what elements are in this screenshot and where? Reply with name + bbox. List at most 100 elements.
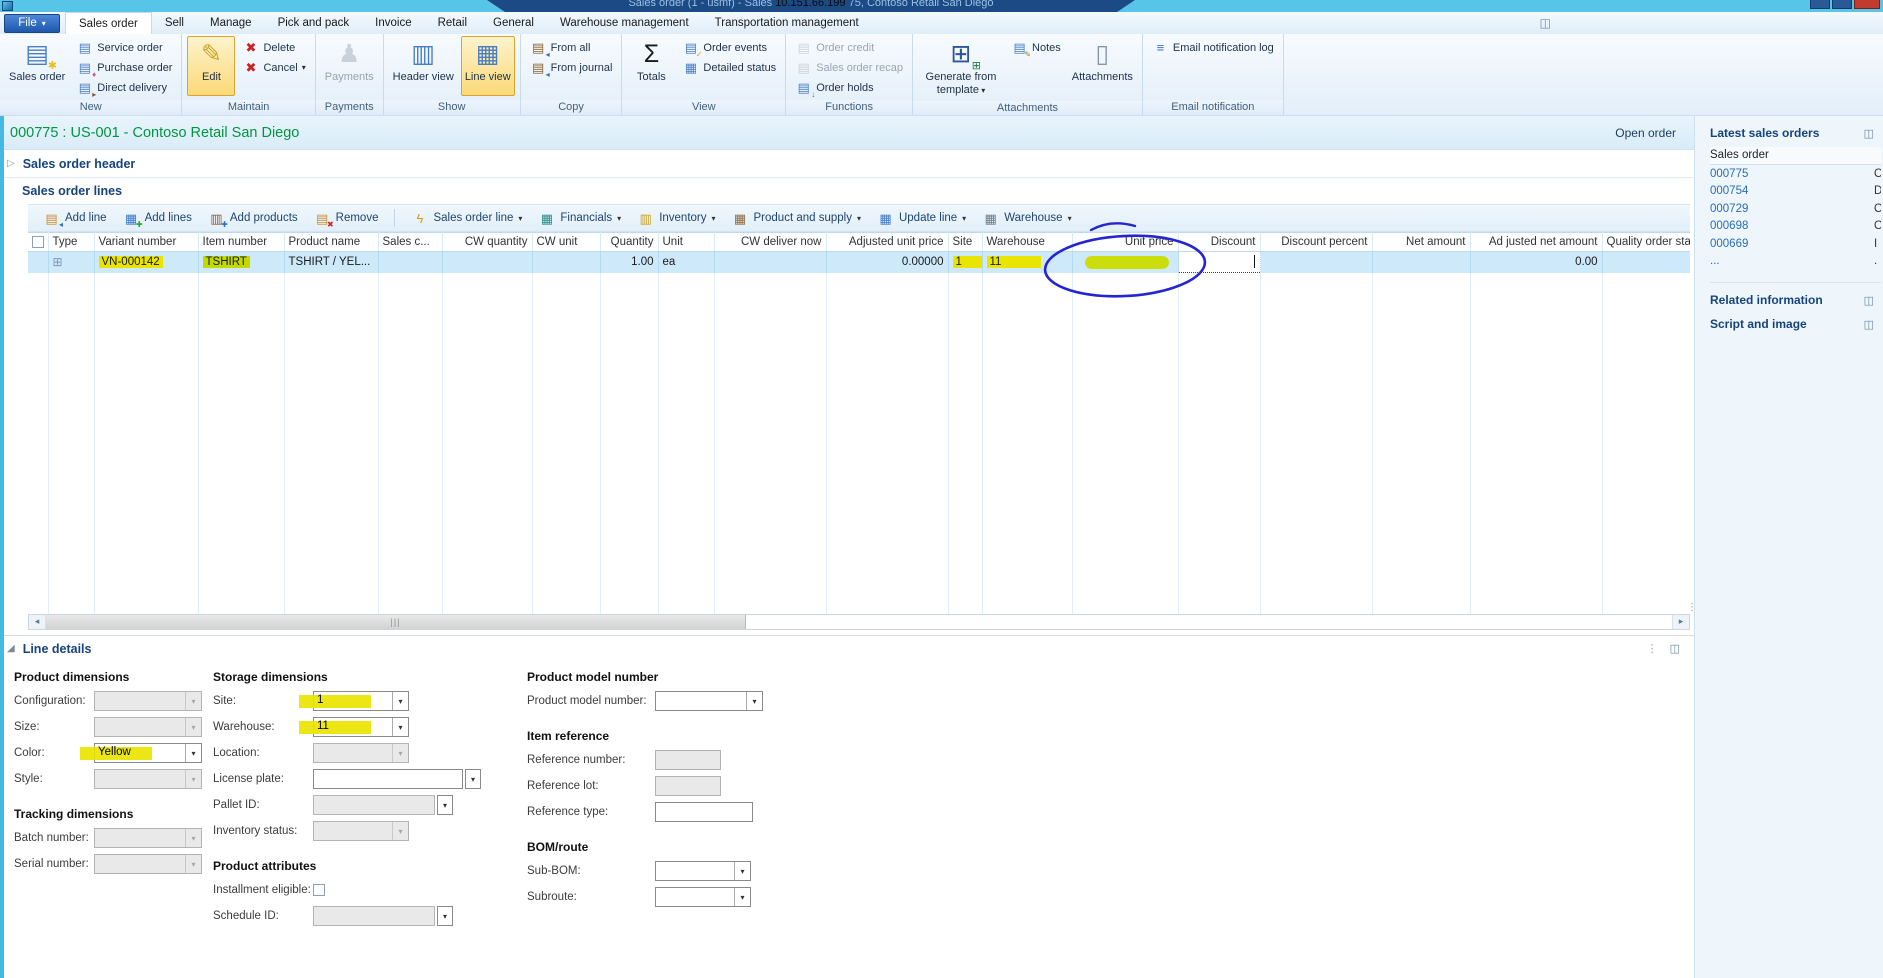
cell-unit[interactable]: ea [658,252,714,273]
tab-sell[interactable]: Sell [152,12,197,34]
ribbon-button-sales-order-recap[interactable]: ▤Sales order recap [791,58,907,77]
dropdown-arrow-icon[interactable]: ▾ [746,692,762,710]
cell-sales-category[interactable] [378,252,442,273]
combo-size[interactable]: ▾ [94,717,202,737]
cell-cw-deliver-now[interactable] [714,252,826,273]
toolbar-button-inventory[interactable]: ▥Inventory▾ [630,208,722,228]
ribbon-button-payments[interactable]: ♟Payments [321,36,378,96]
toolbar-button-sales-order-line[interactable]: ϟSales order line▾ [404,208,529,228]
scroll-left-icon[interactable]: ◂ [29,615,46,629]
ribbon-button-generate-from-template[interactable]: ⊞⊞Generate from template ▾ [918,36,1004,99]
column-header-quantity[interactable]: Quantity [600,233,658,252]
lookup-arrow-button[interactable]: ▾ [437,906,453,926]
fasttab-sales-order-header[interactable]: ▷ Sales order header [0,150,1694,178]
column-header-select[interactable] [28,233,48,252]
input-reference-type[interactable] [655,802,753,822]
dropdown-arrow-icon[interactable]: ▾ [185,718,201,736]
ribbon-button-header-view[interactable]: ▥Header view [389,36,458,96]
column-header-adjusted-net-amount[interactable]: Ad justed net amount [1470,233,1602,252]
ribbon-button-line-view[interactable]: ▦Line view [461,36,515,96]
tab-retail[interactable]: Retail [425,12,480,34]
toolbar-button-add-line[interactable]: ▤◂Add line [36,208,114,228]
ribbon-button-purchase-order[interactable]: ▤♦Purchase order [72,58,176,77]
column-header-unit[interactable]: Unit [658,233,714,252]
column-header-variant-number[interactable]: Variant number [94,233,198,252]
ribbon-button-from-all[interactable]: ▤◂From all [526,38,617,57]
close-button[interactable] [1854,0,1880,9]
dropdown-arrow-icon[interactable]: ▾ [392,692,408,710]
ribbon-button-order-credit[interactable]: ▤Order credit [791,38,907,57]
cell-type[interactable]: ⊞ [48,252,94,273]
scroll-right-icon[interactable]: ▸ [1672,615,1689,629]
column-header-item-number[interactable]: Item number [198,233,284,252]
combo-serial-number[interactable]: ▾ [94,854,202,874]
column-header-product-name[interactable]: Product name [284,233,378,252]
input-license-plate[interactable] [313,769,463,789]
ribbon-button-cancel[interactable]: ✖Cancel▾ [238,58,309,77]
combo-product-model-number[interactable]: ▾ [655,691,763,711]
combo-style[interactable]: ▾ [94,769,202,789]
toolbar-button-update-line[interactable]: ▦Update line▾ [870,208,973,228]
column-header-site[interactable]: Site [948,233,982,252]
cell-adjusted-unit-price[interactable]: 0.00000 [826,252,948,273]
ribbon-button-edit[interactable]: ✎Edit [187,36,235,96]
toolbar-button-financials[interactable]: ▦Financials▾ [531,208,628,228]
factbox-section-script-and-image[interactable]: Script and image◫ [1710,317,1881,331]
cell-item-number[interactable]: TSHIRT [198,252,284,273]
dropdown-arrow-icon[interactable]: ▾ [185,770,201,788]
cell-net-amount[interactable] [1372,252,1470,273]
cell-warehouse[interactable]: 11 [982,252,1072,273]
combo-configuration[interactable]: ▾ [94,691,202,711]
combo-location[interactable]: ▾ [313,743,409,763]
horizontal-scrollbar[interactable]: ◂ ||| ▸ [28,614,1690,630]
input-pallet-id[interactable] [313,795,435,815]
combo-batch-number[interactable]: ▾ [94,828,202,848]
sales-order-link-000698[interactable]: 000698 [1710,220,1748,232]
input-schedule-id[interactable] [313,906,435,926]
panel-small-icon[interactable]: ◫ [1864,294,1874,307]
sales-order-link-000775[interactable]: 000775 [1710,168,1748,180]
toolbar-button-remove[interactable]: ▤✖Remove [307,208,386,228]
column-header-unit-price[interactable]: Unit price [1072,233,1178,252]
toolbar-button-add-lines[interactable]: ▦✚Add lines [116,208,199,228]
tab-pick-and-pack[interactable]: Pick and pack [265,12,363,34]
file-menu-button[interactable]: File ▾ [4,14,60,33]
tab-warehouse-management[interactable]: Warehouse management [547,12,702,34]
column-header-net-amount[interactable]: Net amount [1372,233,1470,252]
column-header-adjusted-unit-price[interactable]: Adjusted unit price [826,233,948,252]
panel-small-icon[interactable]: ◫ [1864,318,1874,331]
column-header-quality-order-status[interactable]: Quality order stat [1602,233,1690,252]
input-reference-lot[interactable] [655,776,721,796]
toolbar-button-product-and-supply[interactable]: ▦Product and supply▾ [725,208,868,228]
cell-variant-number[interactable]: VN-000142 [94,252,198,273]
toolbar-button-warehouse[interactable]: ▦Warehouse▾ [975,208,1078,228]
sales-order-link-000754[interactable]: 000754 [1710,185,1748,197]
dropdown-arrow-icon[interactable]: ▾ [392,744,408,762]
ribbon-button-direct-delivery[interactable]: ▤▸Direct delivery [72,78,176,97]
ribbon-button-notes[interactable]: ▤✎Notes [1007,38,1065,57]
sales-order-link-000669[interactable]: 000669 [1710,238,1748,250]
ribbon-button-sales-order[interactable]: ▤✱Sales order [5,36,69,96]
factbox-menu-icon[interactable]: ◫ [1864,127,1874,140]
cell-select[interactable] [28,252,48,273]
select-all-checkbox[interactable] [32,236,44,248]
cell-discount[interactable] [1178,252,1260,273]
ribbon-button-detailed-status[interactable]: ▦Detailed status [678,58,780,77]
tab-manage[interactable]: Manage [197,12,265,34]
cell-site[interactable]: 1 [948,252,982,273]
line-details-header[interactable]: ◢ Line details ⋮ ◫ [0,636,1694,662]
dropdown-arrow-icon[interactable]: ▾ [734,862,750,880]
dropdown-arrow-icon[interactable]: ▾ [392,718,408,736]
ribbon-button-email-notification-log[interactable]: ≡Email notification log [1148,38,1278,57]
ribbon-button-totals[interactable]: ΣTotals [627,36,675,96]
column-header-discount[interactable]: Discount [1178,233,1260,252]
cell-adjusted-net-amount[interactable]: 0.00 [1470,252,1602,273]
cell-quantity[interactable]: 1.00 [600,252,658,273]
dropdown-arrow-icon[interactable]: ▾ [185,692,201,710]
combo-inventory-status[interactable]: ▾ [313,821,409,841]
input-reference-number[interactable] [655,750,721,770]
combo-warehouse[interactable]: 11▾ [313,717,409,737]
cell-unit-price[interactable] [1072,252,1178,273]
dropdown-arrow-icon[interactable]: ▾ [734,888,750,906]
dropdown-arrow-icon[interactable]: ▾ [185,829,201,847]
